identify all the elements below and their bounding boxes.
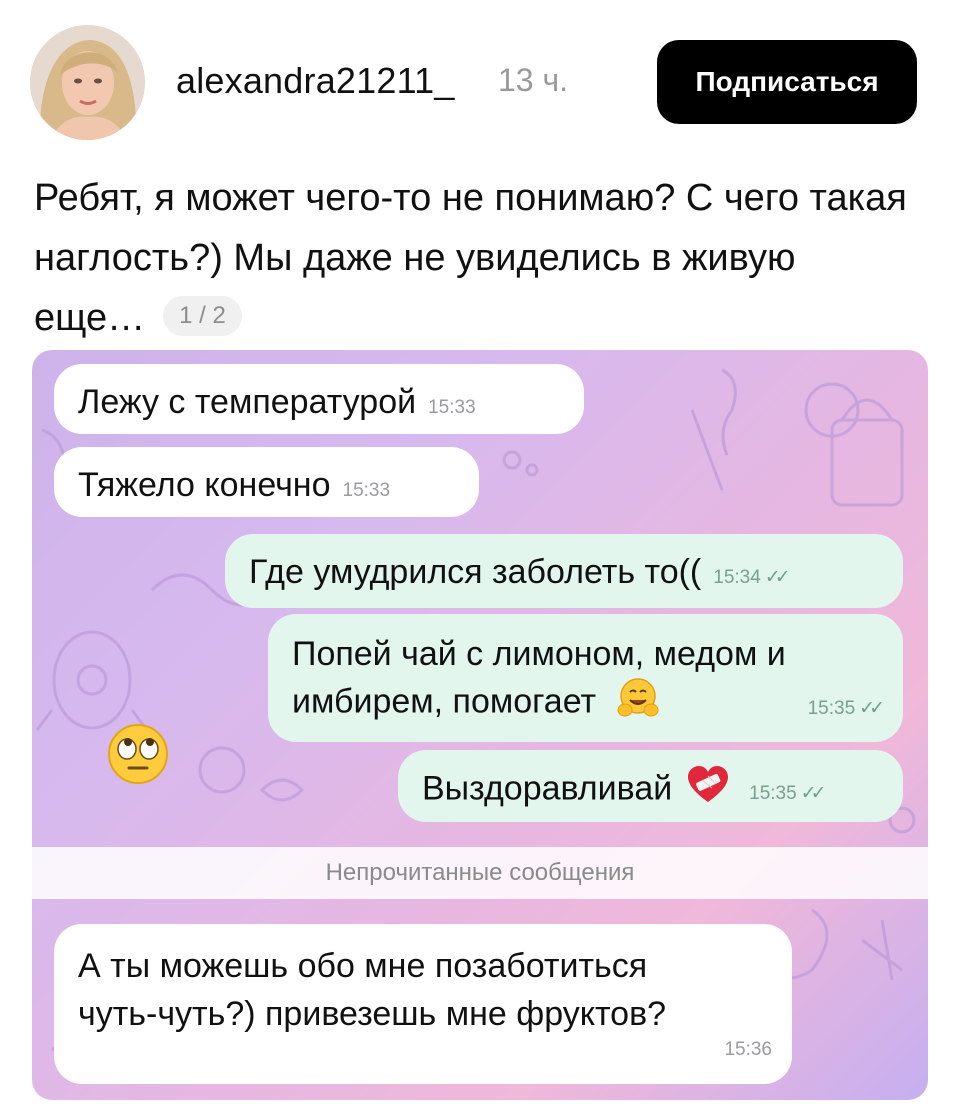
unread-messages-divider: Непрочитанные сообщения <box>32 847 928 899</box>
chat-screenshot[interactable]: Лежу с температурой 15:33 Тяжело конечно 1… <box>32 350 928 1100</box>
post-header: alexandra21211_ 13 ч. Подписаться <box>0 0 960 160</box>
message-outgoing[interactable]: Попей чай с лимоном, медом и имбирем, по… <box>268 614 903 742</box>
message-outgoing[interactable]: Выздоравливай 15:35 ✓✓ <box>398 750 903 822</box>
message-text: Лежу с температурой <box>78 383 417 421</box>
eye-roll-emoji-icon <box>107 723 169 790</box>
username[interactable]: alexandra21211_ <box>176 60 455 102</box>
image-pager: 1 / 2 <box>163 295 242 336</box>
read-ticks-icon: ✓✓ <box>764 567 791 588</box>
hugging-face-icon <box>616 676 660 731</box>
message-incoming[interactable]: Лежу с температурой 15:33 <box>54 364 584 434</box>
message-text-line: имбирем, помогает <box>292 682 597 721</box>
post-caption: Ребят, я может чего-то не понимаю? С чег… <box>34 168 914 348</box>
message-outgoing[interactable]: Где умудрился заболеть то(( 15:34 ✓✓ <box>225 534 903 608</box>
message-text-line: А ты можешь обо мне позаботиться <box>78 947 648 985</box>
message-time: 15:35 <box>807 698 856 719</box>
message-text-line: чуть-чуть?) привезешь мне фруктов? <box>78 995 667 1033</box>
follow-button[interactable]: Подписаться <box>657 40 917 124</box>
message-incoming[interactable]: А ты можешь обо мне позаботиться чуть-чу… <box>54 924 792 1084</box>
avatar-image <box>30 25 145 140</box>
read-ticks-icon: ✓✓ <box>800 783 827 805</box>
message-text: Где умудрился заболеть то(( <box>249 553 702 591</box>
message-time: 15:35 <box>749 783 797 805</box>
message-text-line: Попей чай с лимоном, медом и <box>292 635 786 673</box>
message-text: Выздоравливай <box>422 769 673 808</box>
message-text: Тяжело конечно <box>78 466 331 504</box>
message-time: 15:36 <box>724 1039 772 1060</box>
message-incoming[interactable]: Тяжело конечно 15:33 <box>54 447 479 517</box>
message-time: 15:33 <box>342 480 391 501</box>
mending-heart-icon <box>687 766 728 815</box>
read-ticks-icon: ✓✓ <box>859 698 885 719</box>
message-time: 15:33 <box>428 397 476 418</box>
avatar[interactable] <box>30 25 145 140</box>
message-time: 15:34 <box>713 567 761 588</box>
post-time: 13 ч. <box>498 62 569 98</box>
